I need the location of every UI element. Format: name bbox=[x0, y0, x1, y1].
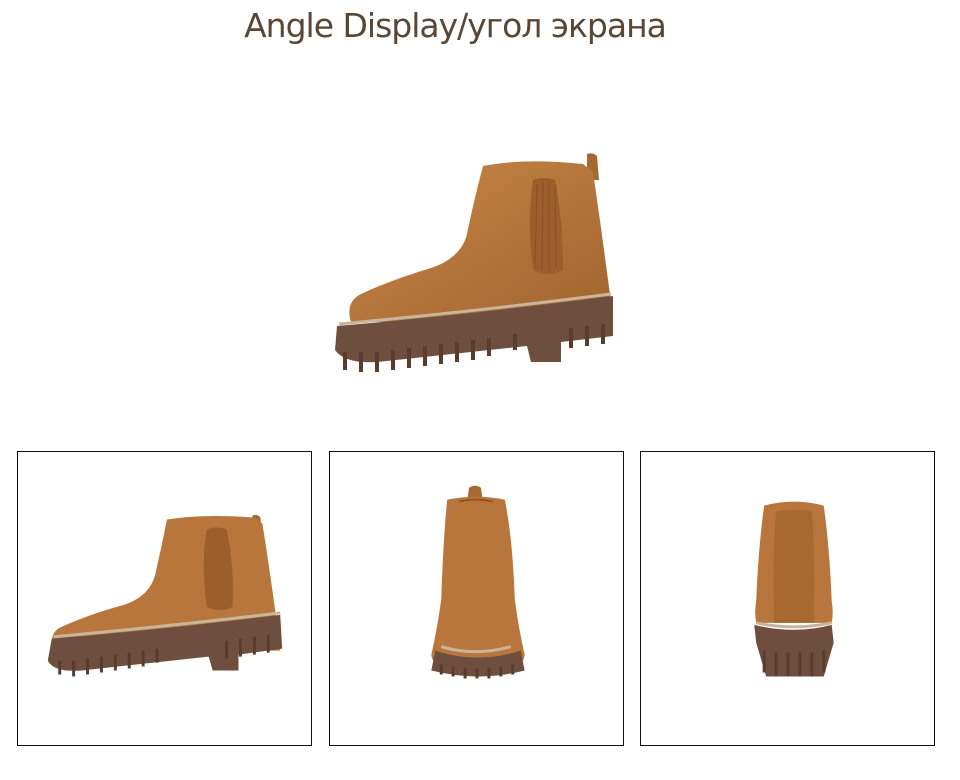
thumbnail-back-view[interactable] bbox=[640, 451, 935, 746]
boot-back-image bbox=[754, 501, 834, 677]
thumbnail-side-view[interactable] bbox=[17, 451, 312, 746]
boot-side-image bbox=[47, 514, 283, 677]
main-boot-image bbox=[325, 140, 625, 395]
boot-side-icon bbox=[335, 153, 613, 372]
boot-front-image bbox=[431, 485, 525, 679]
thumbnail-front-view[interactable] bbox=[329, 451, 624, 746]
page-title: Angle Display/угол экрана bbox=[244, 6, 667, 45]
